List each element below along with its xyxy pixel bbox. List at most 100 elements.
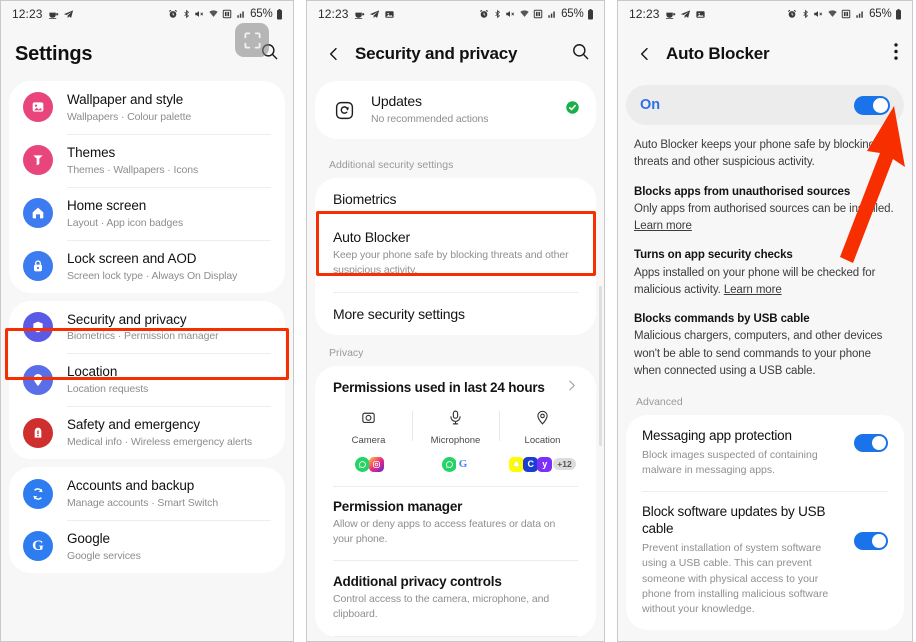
permission-app-overflow-count[interactable]: +12 <box>553 458 576 471</box>
check-circle-icon <box>565 100 580 120</box>
more-security-title: More security settings <box>333 305 465 322</box>
feature-0-learn-more-link[interactable]: Learn more <box>634 220 692 232</box>
feature-0-text: Only apps from authorised sources can be… <box>634 202 894 215</box>
messaging-protection-toggle[interactable] <box>854 434 888 452</box>
wifi-icon <box>208 9 219 19</box>
alarm-icon <box>479 9 489 19</box>
screenshot-stage: 12:23 65% Settings Wallpaper and style W… <box>0 0 916 642</box>
section-privacy: Privacy <box>329 346 364 359</box>
sidebar-item-location[interactable]: Location Location requests <box>9 353 285 406</box>
sidebar-item-google[interactable]: G Google Google services <box>9 520 285 573</box>
battery-percent: 65% <box>561 8 584 20</box>
overflow-menu-icon[interactable] <box>894 43 898 65</box>
item-title: Wallpaper and style <box>67 92 184 107</box>
status-right-icons: 65% <box>168 8 283 20</box>
security-header: Security and privacy <box>307 27 604 81</box>
sidebar-item-themes[interactable]: Themes Themes · Wallpapers · Icons <box>9 133 285 187</box>
row-block-software-updates-usb[interactable]: Block software updates by USB cable Prev… <box>626 491 904 630</box>
chevron-right-icon[interactable] <box>565 379 578 397</box>
telegram-icon <box>63 9 74 20</box>
coffee-icon <box>665 9 676 20</box>
item-subtitle: Manage accounts · Smart Switch <box>67 497 219 509</box>
sidebar-item-security-and-privacy[interactable]: Security and privacy Biometrics · Permis… <box>9 301 285 354</box>
sidebar-item-safety-and-emergency[interactable]: Safety and emergency Medical info · Wire… <box>9 406 285 459</box>
scrollbar[interactable] <box>599 286 602 446</box>
wifi-icon <box>519 9 530 19</box>
auto-blocker-description: Auto Blocker keeps your phone safe by bl… <box>618 125 912 380</box>
permissions-grid: Camera Microphone G Location C y +12 <box>315 407 596 486</box>
fullscreen-icon[interactable] <box>235 23 269 57</box>
wifi-icon <box>827 9 838 19</box>
back-arrow-icon[interactable] <box>321 41 347 67</box>
row-biometrics[interactable]: Biometrics <box>315 178 596 220</box>
item-title: Location <box>67 364 118 380</box>
permission-col-microphone[interactable]: Microphone G <box>412 409 499 472</box>
auto-blocker-body[interactable]: On Auto Blocker keeps your phone safe by… <box>618 81 912 641</box>
row-additional-privacy-controls[interactable]: Additional privacy controls Control acce… <box>315 561 596 635</box>
permission-col-location[interactable]: Location C y +12 <box>499 409 586 472</box>
status-time: 12:23 <box>12 7 43 21</box>
item-title: Home screen <box>67 197 147 213</box>
phone-panel-security-privacy: 12:23 65% Security and privacy Updates N… <box>306 0 605 642</box>
updates-title: Updates <box>371 93 422 109</box>
item-subtitle: Layout · App icon badges <box>67 216 184 229</box>
telegram-icon <box>369 9 380 20</box>
status-left-icons <box>48 9 74 20</box>
item-subtitle: Medical info · Wireless emergency alerts <box>67 436 253 449</box>
telegram-icon <box>680 9 691 20</box>
row-auto-blocker[interactable]: Auto Blocker Keep your phone safe by blo… <box>315 220 596 291</box>
item-subtitle: Google services <box>67 549 141 562</box>
auto-blocker-toggle-row[interactable]: On <box>626 85 904 125</box>
battery-icon <box>276 8 283 20</box>
updates-icon <box>331 95 357 125</box>
row-more-security-settings[interactable]: More security settings <box>315 293 596 335</box>
item-title: Lock screen and AOD <box>67 250 197 266</box>
themes-icon <box>23 145 53 176</box>
phone-panel-auto-blocker: 12:23 65% Auto Blocker On Auto Blocker k… <box>617 0 913 642</box>
security-list[interactable]: Updates No recommended actions Additiona… <box>307 81 604 641</box>
item-subtitle: Screen lock type · Always On Display <box>67 269 238 282</box>
status-right-icons: 65% <box>479 8 594 20</box>
sidebar-item-wallpaper[interactable]: Wallpaper and style Wallpapers · Colour … <box>9 81 285 134</box>
item-title: Google <box>67 531 110 546</box>
updates-row[interactable]: Updates No recommended actions <box>315 81 596 139</box>
item-title: Security and privacy <box>67 311 187 327</box>
feature-1-learn-more-link[interactable]: Learn more <box>724 284 782 296</box>
permissions-header[interactable]: Permissions used in last 24 hours <box>315 366 596 407</box>
status-left-icons <box>665 9 706 20</box>
location-icon <box>23 364 53 395</box>
permission-label: Location <box>524 434 561 446</box>
row-messaging-app-protection[interactable]: Messaging app protection Block images su… <box>626 415 904 491</box>
item-subtitle: Themes · Wallpapers · Icons <box>67 163 199 176</box>
block-updates-subtitle: Prevent installation of system software … <box>642 542 829 615</box>
coffee-icon <box>48 9 59 20</box>
yahoo-app-icon: y <box>537 456 553 472</box>
settings-list[interactable]: Wallpaper and style Wallpapers · Colour … <box>1 81 293 641</box>
search-icon[interactable] <box>571 42 590 66</box>
mute-icon <box>505 9 515 19</box>
chrome-app-icon: C <box>523 456 539 472</box>
signal-icon <box>547 9 558 19</box>
row-permission-manager[interactable]: Permission manager Allow or deny apps to… <box>315 487 596 560</box>
auto-blocker-toggle[interactable] <box>854 95 890 115</box>
sidebar-item-lock-screen[interactable]: Lock screen and AOD Screen lock type · A… <box>9 239 285 293</box>
sidebar-item-home-screen[interactable]: Home screen Layout · App icon badges <box>9 186 285 240</box>
feature-0-heading: Blocks apps from unauthorised sources <box>634 185 851 198</box>
status-time: 12:23 <box>629 7 660 21</box>
battery-percent: 65% <box>250 8 273 20</box>
location-pin-icon <box>534 409 551 431</box>
battery-percent: 65% <box>869 8 892 20</box>
back-arrow-icon[interactable] <box>632 41 658 67</box>
sidebar-item-accounts-and-backup[interactable]: Accounts and backup Manage accounts · Sm… <box>9 467 285 520</box>
wallpaper-icon <box>23 92 53 123</box>
auto-blocker-subtitle: Keep your phone safe by blocking threats… <box>333 249 569 277</box>
panel-gap-1 <box>294 0 306 642</box>
block-updates-toggle[interactable] <box>854 532 888 551</box>
updates-card[interactable]: Updates No recommended actions <box>315 81 596 140</box>
permissions-title: Permissions used in last 24 hours <box>333 380 545 396</box>
item-title: Safety and emergency <box>67 417 201 433</box>
permission-col-camera[interactable]: Camera <box>325 409 412 472</box>
intro-text: Auto Blocker keeps your phone safe by bl… <box>634 139 875 169</box>
image-icon <box>384 9 395 20</box>
settings-group-3: Accounts and backup Manage accounts · Sm… <box>9 467 285 573</box>
